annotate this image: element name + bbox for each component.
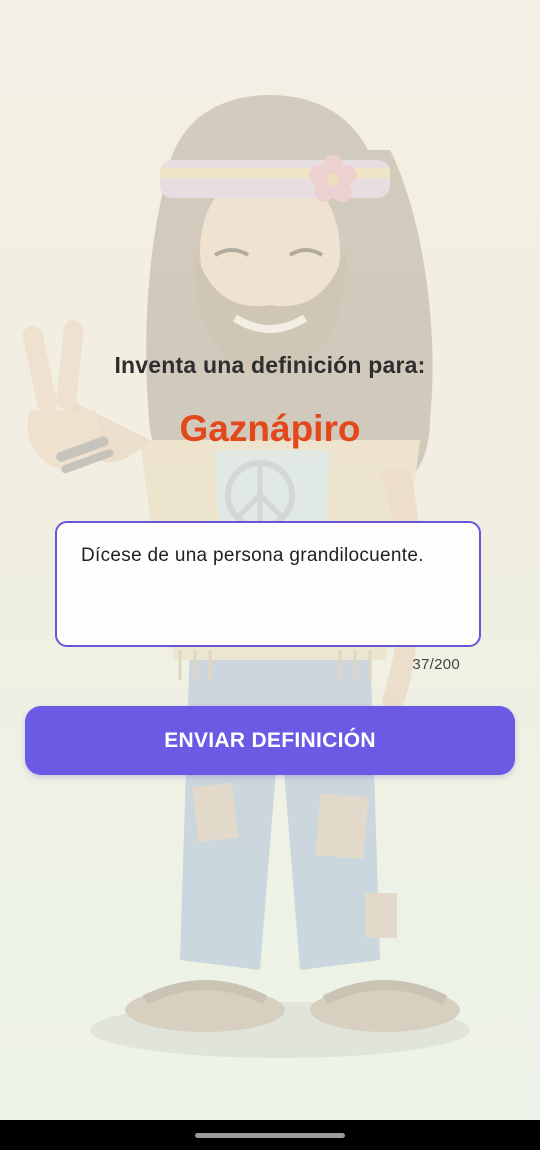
character-counter: 37/200 — [412, 656, 460, 673]
system-navigation-bar — [0, 1120, 540, 1150]
prompt-label: Inventa una definición para: — [114, 352, 426, 378]
definition-input[interactable]: Dícese de una persona grandilocuente. — [55, 521, 481, 647]
target-word: Gaznápiro — [179, 408, 361, 449]
home-indicator[interactable] — [195, 1133, 345, 1138]
submit-definition-label: ENVIAR DEFINICIÓN — [164, 728, 376, 752]
submit-definition-button[interactable]: ENVIAR DEFINICIÓN — [25, 706, 515, 775]
